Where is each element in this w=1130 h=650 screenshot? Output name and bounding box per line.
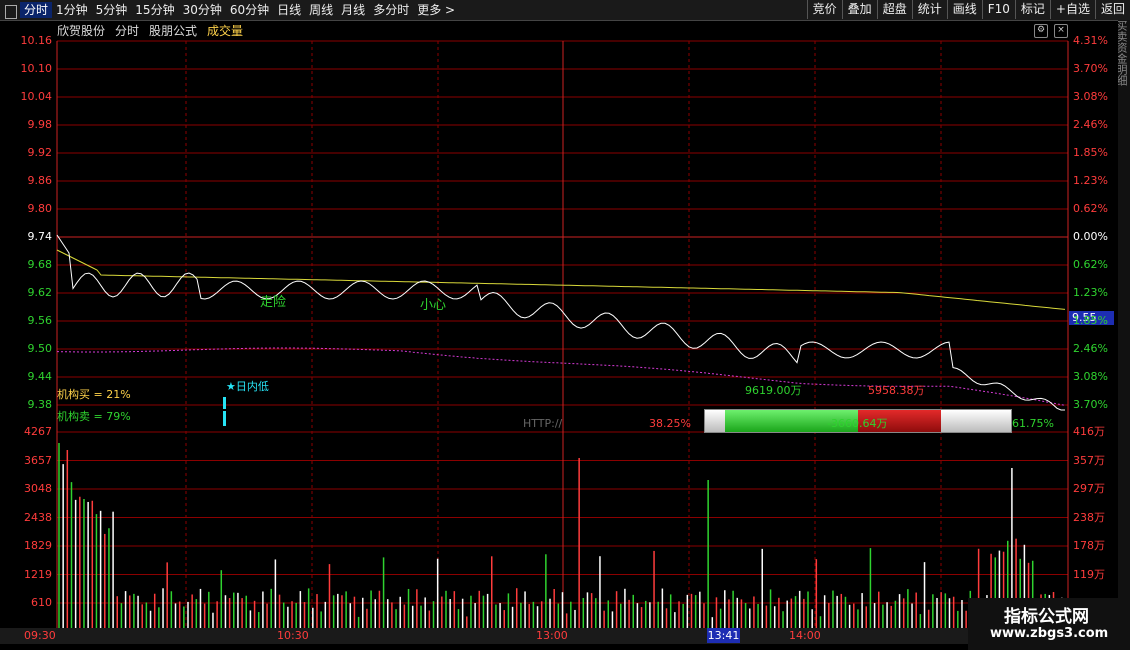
- volume-tick-left: 1829: [24, 539, 52, 552]
- watermark-title: 指标公式网: [1004, 607, 1089, 627]
- warning-label-careful: 小心: [420, 298, 447, 313]
- price-tick-right: 0.00%: [1073, 230, 1108, 243]
- volume-tick-left: 610: [31, 596, 52, 609]
- price-tick-right: 4.31%: [1073, 34, 1108, 47]
- volume-tick-left: 1219: [24, 567, 52, 581]
- price-tick-left: 9.86: [27, 174, 53, 187]
- volume-tick-right: 178万: [1073, 539, 1105, 552]
- ratio-bar-right-cap: [941, 410, 1011, 432]
- price-tick-left: 9.38: [27, 398, 53, 411]
- day-low-marker: [223, 397, 226, 409]
- volume-tick-right: 357万: [1073, 453, 1105, 467]
- warning-label-risk: 走险: [260, 295, 287, 310]
- time-label: 13:00: [536, 629, 568, 642]
- day-low-label: ★日内低: [226, 380, 269, 393]
- intraday-chart[interactable]: [0, 0, 1118, 628]
- buy-amount-label: 9619.00万: [745, 384, 802, 397]
- volume-bars: [58, 443, 1063, 628]
- price-tick-left: 9.80: [27, 202, 53, 215]
- price-tick-right: 1.23%: [1073, 174, 1108, 187]
- volume-tick-left: 3657: [24, 453, 52, 467]
- price-tick-right: 2.46%: [1073, 118, 1108, 131]
- price-tick-left: 9.92: [27, 146, 53, 159]
- average-price-line: [56, 249, 1066, 310]
- time-label: 14:00: [789, 629, 821, 642]
- price-tick-left: 9.68: [27, 258, 53, 271]
- right-info-strip[interactable]: 买卖资金明细: [1118, 20, 1130, 650]
- price-tick-right: 3.70%: [1073, 398, 1108, 411]
- time-label: 09:30: [24, 629, 56, 642]
- site-watermark: 指标公式网 www.zbgs3.com: [968, 598, 1130, 650]
- volume-tick-right: 297万: [1073, 482, 1105, 495]
- price-tick-right: 3.70%: [1073, 62, 1108, 75]
- price-tick-left: 9.62: [27, 286, 53, 299]
- current-time-marker: 13:41: [707, 628, 740, 643]
- institution-sell-label: 机构卖 = 79%: [57, 410, 131, 423]
- ratio-bar-left-cap: [705, 410, 725, 432]
- sell-amount-label: 5958.38万: [868, 384, 925, 397]
- time-label: 10:30: [277, 629, 309, 642]
- http-label: HTTP://: [523, 417, 563, 430]
- institution-buy-label: 机构买 = 21%: [57, 388, 131, 401]
- price-tick-left: 10.04: [20, 90, 53, 103]
- volume-tick-right: 416万: [1073, 425, 1105, 438]
- chart-grid: [56, 40, 1069, 628]
- price-tick-left: 9.56: [27, 314, 53, 327]
- price-tick-left: 10.16: [20, 34, 53, 47]
- price-tick-right: 3.08%: [1073, 90, 1108, 103]
- day-low-marker: [223, 411, 226, 426]
- price-tick-left: 10.10: [20, 62, 53, 75]
- net-amount-label: -3660.64万: [827, 417, 888, 430]
- price-tick-right: 1.85%: [1073, 146, 1108, 159]
- volume-tick-right: 119万: [1073, 567, 1105, 581]
- price-tick-left: 9.98: [27, 118, 53, 131]
- price-tick-left: 9.50: [27, 342, 53, 355]
- volume-tick-left: 3048: [24, 482, 52, 495]
- price-tick-right: 0.62%: [1073, 202, 1108, 215]
- price-tick-left: 9.44: [27, 370, 53, 383]
- price-tick-right: 1.23%: [1073, 286, 1108, 299]
- price-tick-right: 1.85%: [1073, 314, 1108, 327]
- volume-tick-right: 238万: [1073, 510, 1105, 524]
- price-tick-right: 0.62%: [1073, 258, 1108, 271]
- volume-tick-left: 2438: [24, 510, 52, 524]
- time-axis: 09:30 10:30 13:00 14:00: [0, 628, 1118, 644]
- price-tick-right: 2.46%: [1073, 342, 1108, 355]
- price-tick-left: 9.74: [27, 230, 53, 243]
- watermark-url: www.zbgs3.com: [990, 626, 1109, 641]
- buy-percent-label: 38.25%: [649, 417, 691, 430]
- sell-percent-label: 61.75%: [1012, 417, 1054, 430]
- volume-tick-left: 4267: [24, 425, 52, 438]
- price-tick-right: 3.08%: [1073, 370, 1108, 383]
